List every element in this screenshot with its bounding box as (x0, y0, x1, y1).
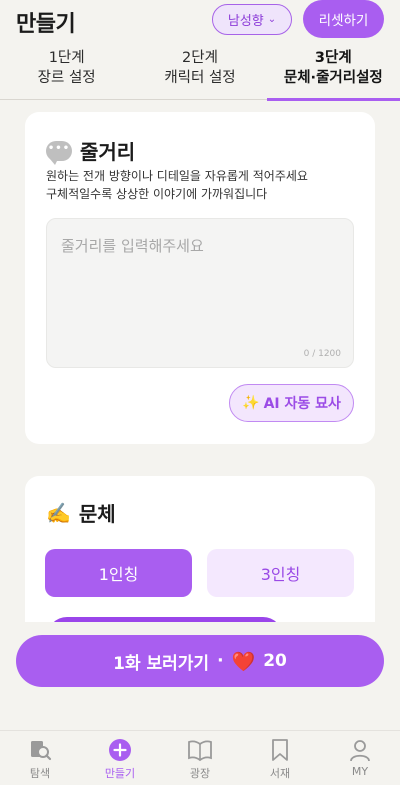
pov-third-person-option[interactable]: 3인칭 (207, 549, 354, 597)
cta-separator: · (217, 651, 224, 671)
heart-icon: ❤️ (231, 650, 256, 673)
bookmark-icon (267, 737, 293, 763)
nav-label: 탐색 (29, 767, 51, 780)
tab-step-2[interactable]: 2단계 캐릭터 설정 (133, 44, 266, 99)
search-book-icon (27, 737, 53, 763)
nav-item-library[interactable]: 서재 (240, 731, 320, 785)
plot-card: ••• 줄거리 원하는 전개 방향이나 디테일을 자유롭게 적어주세요 구체적일… (25, 112, 375, 444)
top-header: 만들기 남성향 ⌄ 리셋하기 (0, 0, 400, 40)
style-heading: ✍️ 문체 (46, 498, 116, 527)
tab-step-number: 1단계 (48, 50, 85, 66)
nav-label: 서재 (269, 767, 291, 780)
nav-item-create[interactable]: 만들기 (80, 731, 160, 785)
nav-item-my[interactable]: MY (320, 731, 400, 785)
tab-step-number: 2단계 (182, 50, 218, 66)
speech-bubble-icon: ••• (46, 140, 72, 165)
page-title: 만들기 (16, 12, 76, 37)
bottom-nav: 탐색 만들기 광장 서재 MY (0, 730, 400, 785)
open-book-icon (187, 737, 213, 763)
sparkle-icon: ✨ (242, 395, 260, 411)
plot-help-text: 원하는 전개 방향이나 디테일을 자유롭게 적어주세요 구체적일수록 상상한 이… (46, 167, 308, 203)
char-counter: 0 / 1200 (303, 349, 341, 359)
step-tabs: 1단계 장르 설정 2단계 캐릭터 설정 3단계 문체·줄거리설정 (0, 44, 400, 101)
plus-circle-icon (107, 737, 133, 763)
plot-title: 줄거리 (80, 140, 136, 164)
cta-heart-count: 20 (263, 651, 287, 671)
chevron-down-icon: ⌄ (267, 14, 277, 25)
pov-first-person-option[interactable]: 1인칭 (45, 549, 192, 597)
tab-step-number: 3단계 (314, 50, 352, 66)
style-title: 문체 (78, 502, 116, 526)
watch-episode-button[interactable]: 1화 보러가기 · ❤️ 20 (16, 635, 384, 687)
gender-dropdown[interactable]: 남성향 ⌄ (212, 4, 292, 35)
tab-step-label: 장르 설정 (37, 70, 96, 86)
cta-label: 1화 보러가기 (113, 653, 210, 674)
nav-item-explore[interactable]: 탐색 (0, 731, 80, 785)
reset-button[interactable]: 리셋하기 (303, 0, 384, 38)
ai-button-label: AI 자동 묘사 (263, 396, 341, 412)
person-icon (347, 737, 373, 763)
nav-label: 만들기 (104, 767, 136, 780)
writing-hand-icon: ✍️ (46, 500, 71, 525)
tab-step-label: 캐릭터 설정 (164, 70, 236, 86)
nav-item-plaza[interactable]: 광장 (160, 731, 240, 785)
plot-help-line: 구체적일수록 상상한 이야기에 가까워집니다 (46, 187, 268, 201)
tab-step-label: 문체·줄거리설정 (283, 70, 383, 86)
gender-dropdown-value: 남성향 (227, 14, 264, 29)
nav-label: MY (351, 765, 369, 778)
tab-step-1[interactable]: 1단계 장르 설정 (0, 44, 133, 99)
nav-label: 광장 (189, 767, 211, 780)
plot-textarea[interactable] (46, 218, 354, 368)
tab-step-3[interactable]: 3단계 문체·줄거리설정 (266, 44, 400, 101)
ai-auto-describe-button[interactable]: ✨ AI 자동 묘사 (229, 384, 354, 422)
plot-heading: ••• 줄거리 (46, 136, 135, 165)
plot-help-line: 원하는 전개 방향이나 디테일을 자유롭게 적어주세요 (46, 169, 308, 183)
